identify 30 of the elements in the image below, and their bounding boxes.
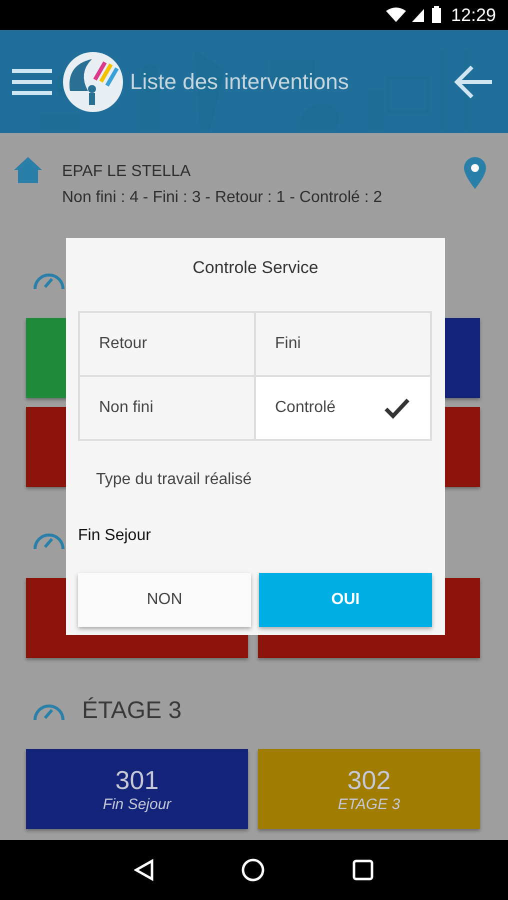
status-summary: Non fini : 4 - Fini : 3 - Retour : 1 - Controlé : 2: [62, 189, 384, 207]
recent-apps-icon[interactable]: [352, 859, 374, 881]
home-circle-icon[interactable]: [240, 858, 265, 882]
work-type-label: Type du travail réalisé: [96, 471, 253, 489]
menu-icon: [12, 66, 52, 96]
location-pin-icon[interactable]: [464, 157, 486, 189]
status-option[interactable]: Retour: [79, 312, 255, 376]
logo-icon: [62, 50, 124, 112]
room-label: ETAGE 3: [338, 796, 400, 813]
dialog-title: Controle Service: [192, 258, 318, 278]
back-triangle-icon[interactable]: [134, 859, 154, 881]
menu-button[interactable]: [12, 66, 52, 96]
floor-title: ÉTAGE 3: [82, 697, 182, 725]
room-number: 301: [115, 765, 159, 796]
question-label: Fin Sejour: [78, 527, 151, 545]
status-option[interactable]: Fini: [255, 312, 431, 376]
home-icon: [14, 157, 42, 183]
screen-title: Liste des interventions: [130, 68, 350, 94]
wifi-signal-battery-icon: [386, 6, 441, 24]
clock-time: 12:29: [450, 4, 496, 26]
site-name: EPAF LE STELLA: [62, 163, 192, 181]
status-option[interactable]: Non fini: [79, 376, 255, 440]
back-button[interactable]: [452, 64, 494, 100]
room-label: Fin Sejour: [102, 796, 172, 813]
status-option[interactable]: Controlé: [255, 376, 431, 440]
checkmark-icon: [384, 397, 410, 419]
back-arrow-icon: [452, 64, 494, 100]
room-card[interactable]: 301 Fin Sejour: [26, 749, 248, 829]
room-number: 302: [347, 765, 391, 796]
cancel-button[interactable]: NON: [78, 573, 251, 627]
